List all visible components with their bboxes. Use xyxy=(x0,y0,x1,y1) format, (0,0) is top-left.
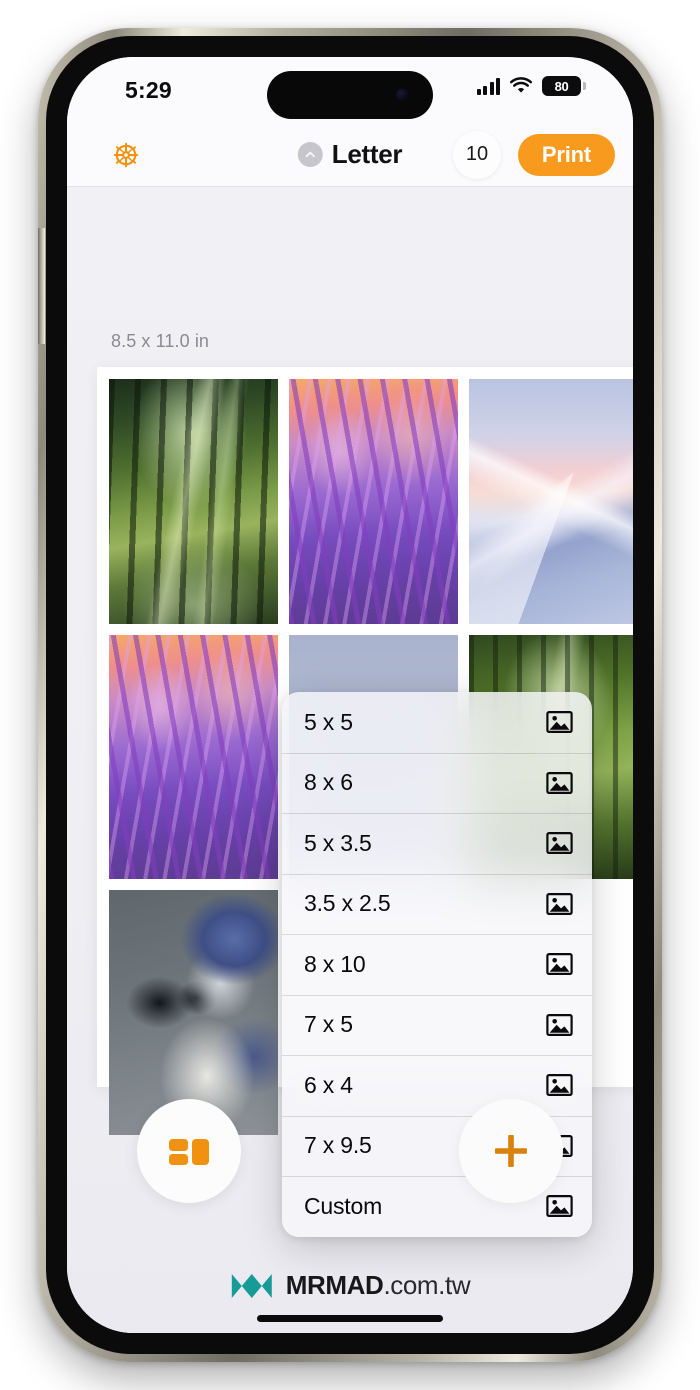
menu-item-label: 8 x 6 xyxy=(304,769,353,796)
menu-item-label: 6 x 4 xyxy=(304,1071,353,1098)
settings-button[interactable] xyxy=(109,138,143,172)
print-button[interactable]: Print xyxy=(517,133,615,176)
mrmad-logo-icon xyxy=(231,1273,272,1298)
menu-item-size[interactable]: 7 x 5 xyxy=(282,994,592,1056)
menu-item-label: 7 x 9.5 xyxy=(304,1132,372,1159)
image-icon xyxy=(546,832,573,855)
lavender-field-photo-2[interactable] xyxy=(109,635,278,879)
image-icon xyxy=(546,771,573,794)
phone-frame: 5:29 80 Letter 10 Print 8.5 x 11.0 in 5 … xyxy=(38,28,662,1362)
image-icon xyxy=(546,953,573,976)
cellular-signal-icon xyxy=(476,77,500,95)
menu-item-size[interactable]: 5 x 3.5 xyxy=(282,813,592,874)
layout-button[interactable] xyxy=(137,1099,241,1203)
plus-icon xyxy=(495,1135,527,1167)
chevron-up-icon xyxy=(297,142,323,167)
watermark-domain: .com.tw xyxy=(383,1270,471,1300)
battery-icon: 80 xyxy=(542,76,586,96)
image-icon xyxy=(546,1195,573,1218)
volume-up-button[interactable] xyxy=(38,72,45,150)
dynamic-island xyxy=(267,71,433,119)
menu-item-size[interactable]: 5 x 5 xyxy=(282,692,592,753)
layout-grid-icon xyxy=(169,1139,209,1165)
wifi-icon xyxy=(509,77,533,93)
nav-bar: Letter 10 Print xyxy=(67,123,633,187)
status-bar: 5:29 80 xyxy=(67,57,633,123)
image-icon xyxy=(546,1074,573,1097)
front-camera-icon xyxy=(396,88,409,102)
menu-item-label: 7 x 5 xyxy=(304,1011,353,1038)
add-button[interactable] xyxy=(459,1099,563,1203)
content-area: 8.5 x 11.0 in 5 x 5 8 x 6 5 x 3.5 3.5 x … xyxy=(67,187,633,1333)
image-icon xyxy=(546,892,573,915)
status-indicators: 80 xyxy=(476,76,586,96)
watermark: MRMAD.com.tw xyxy=(230,1270,471,1301)
volume-down-button[interactable] xyxy=(38,150,45,228)
menu-item-size[interactable]: 3.5 x 2.5 xyxy=(282,873,592,935)
paper-size-label: Letter xyxy=(331,139,403,169)
action-button[interactable] xyxy=(38,28,45,72)
paper-dimensions-label: 8.5 x 11.0 in xyxy=(111,331,210,351)
power-button[interactable] xyxy=(38,228,45,344)
menu-item-label: 5 x 5 xyxy=(304,708,353,735)
menu-item-size[interactable]: 8 x 10 xyxy=(282,934,592,995)
menu-item-label: Custom xyxy=(304,1192,383,1219)
menu-item-label: 5 x 3.5 xyxy=(304,829,372,856)
menu-item-label: 8 x 10 xyxy=(304,950,366,977)
status-time: 5:29 xyxy=(125,77,172,103)
paper-size-selector[interactable]: Letter xyxy=(297,139,403,170)
phone-screen: 5:29 80 Letter 10 Print 8.5 x 11.0 in 5 … xyxy=(67,57,633,1333)
copies-badge[interactable]: 10 xyxy=(453,130,501,179)
home-indicator[interactable] xyxy=(257,1315,443,1322)
menu-item-size[interactable]: 8 x 6 xyxy=(282,752,592,814)
watermark-text: MRMAD.com.tw xyxy=(285,1270,471,1301)
snowy-mountain-photo[interactable] xyxy=(469,379,633,624)
menu-item-label: 3.5 x 2.5 xyxy=(304,890,391,917)
image-icon xyxy=(546,711,573,734)
lavender-field-photo[interactable] xyxy=(289,379,458,624)
watermark-brand: MRMAD xyxy=(285,1270,384,1300)
gear-icon xyxy=(113,142,139,167)
forest-path-photo[interactable] xyxy=(109,379,278,624)
menu-item-size[interactable]: 6 x 4 xyxy=(282,1055,592,1116)
battery-level: 80 xyxy=(554,78,569,94)
image-icon xyxy=(546,1013,573,1036)
phone-bezel: 5:29 80 Letter 10 Print 8.5 x 11.0 in 5 … xyxy=(46,36,654,1354)
